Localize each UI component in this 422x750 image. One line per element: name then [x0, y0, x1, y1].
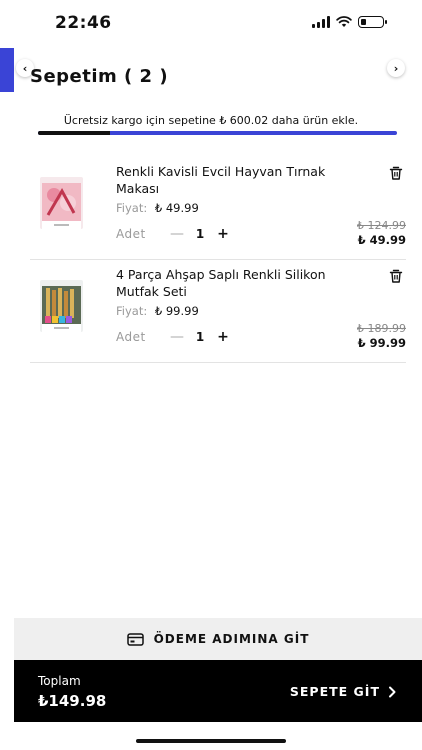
card-icon — [126, 632, 144, 646]
chevron-left-icon: ‹ — [22, 61, 28, 75]
quantity-label: Adet — [116, 330, 146, 344]
quantity-value: 1 — [195, 227, 205, 241]
item-price-row: Fiyat: ₺ 49.99 — [116, 201, 199, 215]
page-title: Sepetim ( 2 ) — [30, 66, 169, 87]
status-time: 22:46 — [55, 13, 112, 33]
go-to-cart-label: SEPETE GİT — [289, 684, 380, 699]
original-price: ₺ 124.99 — [357, 219, 406, 232]
chevron-right-icon — [389, 686, 396, 697]
item-price: ₺ 49.99 — [154, 201, 199, 215]
signal-icon — [312, 16, 330, 28]
product-image[interactable] — [40, 280, 83, 332]
cart-item: 4 Parça Ahşap Saplı Renkli Silikon Mutfa… — [30, 258, 406, 363]
go-to-cart-button[interactable]: SEPETE GİT — [290, 684, 396, 699]
free-shipping-progress — [38, 131, 397, 135]
total-value: ₺149.98 — [38, 692, 107, 710]
trash-icon[interactable] — [388, 165, 404, 181]
quantity-label: Adet — [116, 227, 146, 241]
item-name[interactable]: Renkli Kavisli Evcil Hayvan Tırnak Makas… — [116, 163, 356, 197]
free-shipping-progress-fill — [38, 131, 110, 135]
wifi-icon — [336, 16, 352, 27]
item-price-row: Fiyat: ₺ 99.99 — [116, 304, 199, 318]
item-price: ₺ 99.99 — [154, 304, 199, 318]
status-icons — [312, 16, 387, 28]
price-label: Fiyat: — [116, 304, 148, 318]
side-accent-tab — [0, 48, 14, 92]
increase-quantity-button[interactable]: + — [212, 329, 234, 345]
status-bar: 22:46 — [0, 0, 422, 44]
cart-item: Renkli Kavisli Evcil Hayvan Tırnak Makas… — [30, 155, 406, 260]
decrease-quantity-button[interactable]: — — [166, 226, 188, 242]
chevron-right-icon: › — [393, 61, 399, 75]
quantity-value: 1 — [195, 330, 205, 344]
price-label: Fiyat: — [116, 201, 148, 215]
checkout-label: ÖDEME ADIMINA GİT — [153, 632, 310, 646]
item-name[interactable]: 4 Parça Ahşap Saplı Renkli Silikon Mutfa… — [116, 266, 356, 300]
original-price: ₺ 189.99 — [357, 322, 406, 335]
checkout-button[interactable]: ÖDEME ADIMINA GİT — [14, 618, 422, 660]
cart-summary-bar: Toplam ₺149.98 SEPETE GİT — [14, 660, 422, 722]
total-label: Toplam — [38, 674, 81, 688]
quantity-stepper: Adet — 1 + — [116, 329, 234, 345]
increase-quantity-button[interactable]: + — [212, 226, 234, 242]
battery-icon — [358, 16, 387, 28]
discounted-price: ₺ 49.99 — [357, 233, 406, 247]
trash-icon[interactable] — [388, 268, 404, 284]
decrease-quantity-button[interactable]: — — [166, 329, 188, 345]
free-shipping-message: Ücretsiz kargo için sepetine ₺ 600.02 da… — [63, 114, 359, 127]
home-indicator — [136, 739, 286, 743]
quantity-stepper: Adet — 1 + — [116, 226, 234, 242]
discounted-price: ₺ 99.99 — [357, 336, 406, 350]
product-image[interactable] — [40, 177, 83, 229]
forward-button[interactable]: › — [387, 59, 405, 77]
